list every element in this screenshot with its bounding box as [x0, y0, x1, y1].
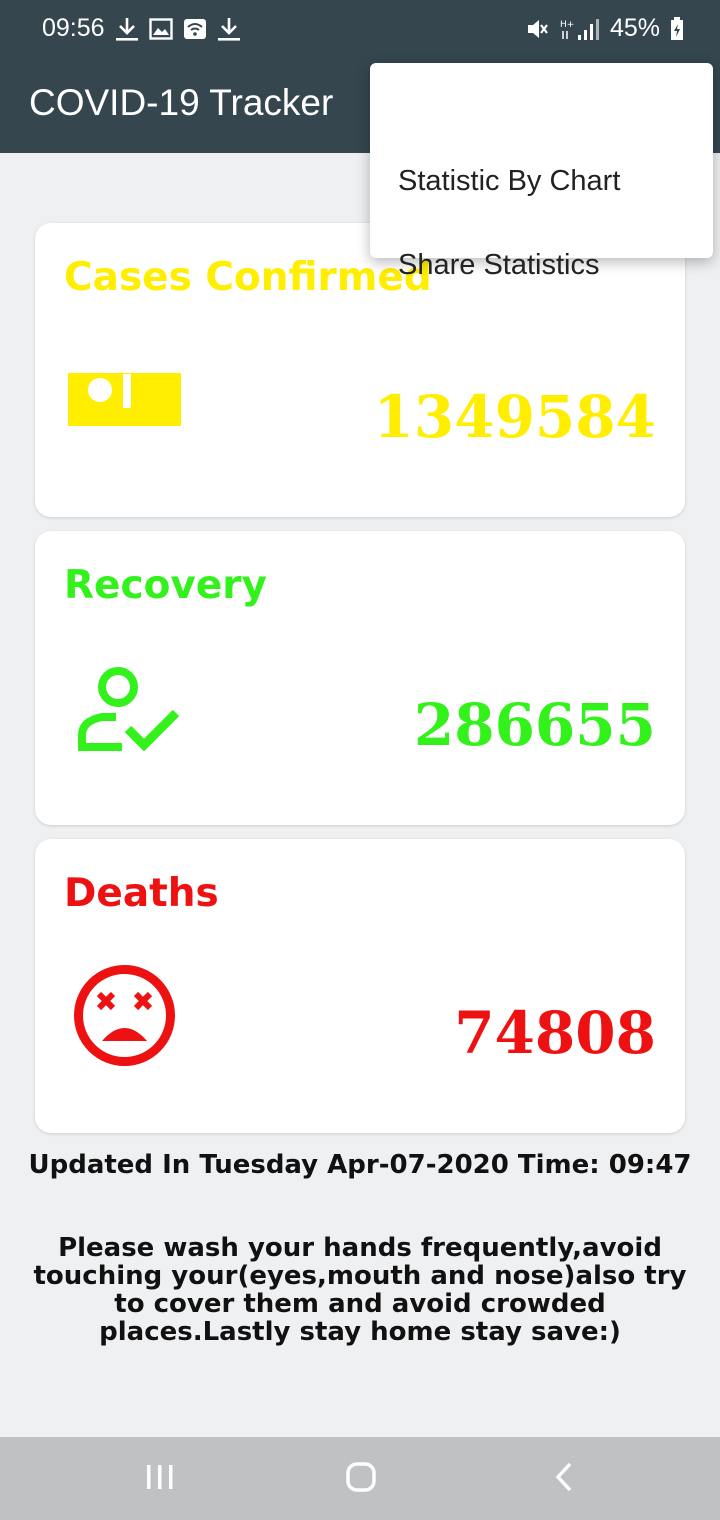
menu-item-share-statistics[interactable]: Share Statistics [398, 249, 599, 282]
download-icon [115, 16, 139, 42]
updated-text: Updated In Tuesday Apr-07-2020 Time: 09:… [28, 1150, 692, 1180]
image-icon [149, 18, 173, 40]
battery-percent: 45% [609, 14, 660, 42]
wifi-icon [183, 18, 207, 40]
card-value: 1349584 [373, 383, 657, 451]
dead-face-icon [72, 963, 177, 1072]
home-button[interactable] [301, 1437, 421, 1520]
bed-icon [68, 373, 181, 430]
mute-icon [526, 17, 550, 41]
back-button[interactable] [504, 1437, 624, 1520]
recovery-card: Recovery 286655 [35, 531, 685, 825]
status-bar: 09:56 H+ 45% [0, 0, 720, 56]
card-title: Deaths [64, 871, 219, 916]
recents-button[interactable] [100, 1437, 220, 1520]
download-icon [217, 16, 241, 42]
back-icon [554, 1462, 574, 1496]
deaths-card: Deaths 74808 [35, 839, 685, 1133]
person-check-icon [78, 667, 180, 757]
recents-icon [145, 1463, 175, 1495]
battery-icon [670, 16, 684, 41]
overflow-menu: Statistic By Chart Share Statistics [370, 63, 713, 281]
card-title: Cases Confirmed [64, 255, 432, 300]
menu-item-statistic-by-chart[interactable]: Statistic By Chart [398, 165, 620, 198]
status-time: 09:56 [42, 14, 105, 42]
card-value: 286655 [413, 691, 656, 759]
card-title: Recovery [64, 563, 267, 608]
svg-text:H+: H+ [560, 20, 574, 30]
card-value: 74808 [454, 999, 656, 1067]
app-title: COVID-19 Tracker [29, 82, 334, 123]
navigation-bar [0, 1437, 720, 1520]
signal-icon: H+ [560, 17, 600, 41]
safety-message: Please wash your hands frequently,avoid … [33, 1233, 687, 1347]
home-icon [345, 1461, 377, 1497]
